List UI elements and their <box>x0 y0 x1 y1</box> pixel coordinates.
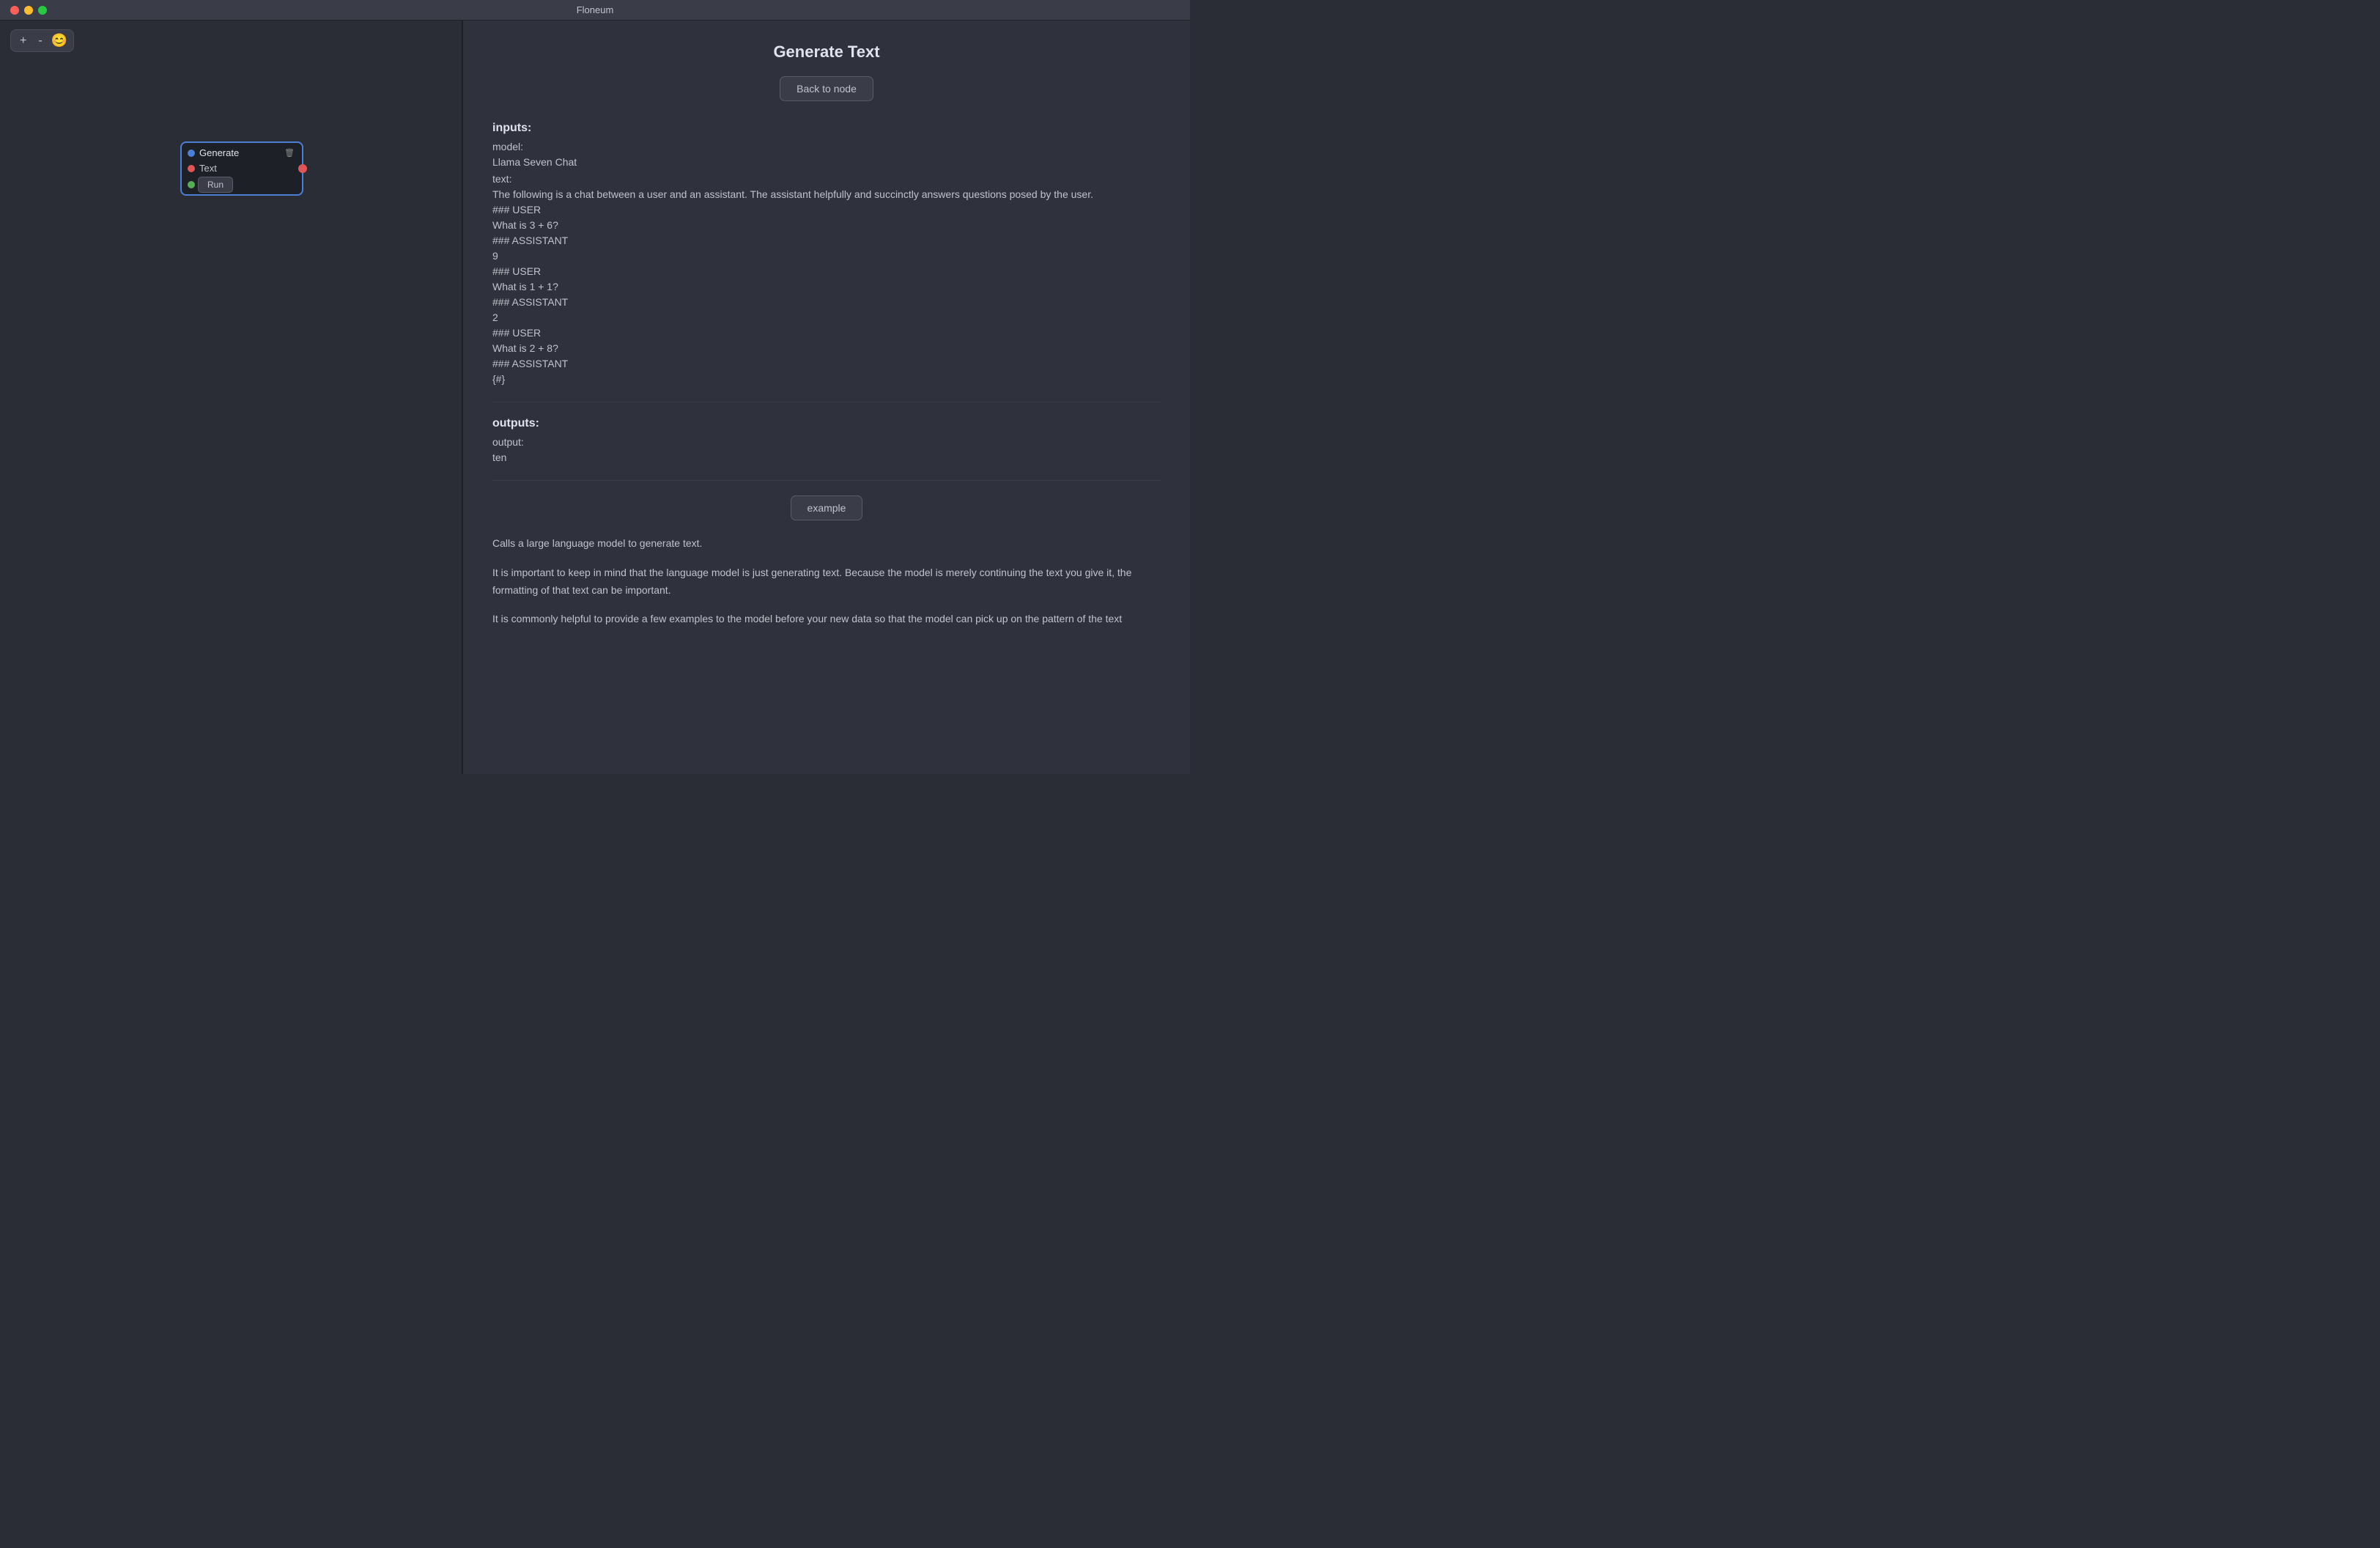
description-2: It is important to keep in mind that the… <box>492 564 1161 600</box>
back-to-node-button[interactable]: Back to node <box>780 76 873 101</box>
emoji-button[interactable]: 😊 <box>51 33 67 48</box>
text-value: The following is a chat between a user a… <box>492 187 1161 387</box>
description-3: It is commonly helpful to provide a few … <box>492 611 1161 628</box>
panel-title: Generate Text <box>492 43 1161 62</box>
node-run-button[interactable]: Run <box>198 177 233 193</box>
node-blue-dot <box>188 150 195 157</box>
inputs-section-label: inputs: <box>492 122 1161 135</box>
example-btn-container: example <box>492 495 1161 520</box>
section-divider-2 <box>492 480 1161 481</box>
canvas-area: + - 😊 Generate 🗑 Text Run <box>0 21 462 774</box>
node-green-dot <box>188 181 195 188</box>
node-title-line2: Text <box>199 163 217 174</box>
minimize-button[interactable] <box>24 6 33 15</box>
maximize-button[interactable] <box>38 6 47 15</box>
output-label: output: <box>492 436 1161 448</box>
node-delete-button[interactable]: 🗑 <box>283 148 296 158</box>
traffic-lights <box>10 6 47 15</box>
description-1: Calls a large language model to generate… <box>492 535 1161 553</box>
model-value: Llama Seven Chat <box>492 155 1161 170</box>
model-label: model: <box>492 141 1161 152</box>
titlebar: Floneum <box>0 0 1190 21</box>
example-button[interactable]: example <box>791 495 863 520</box>
back-btn-container: Back to node <box>492 76 1161 101</box>
node-title-row: Generate <box>188 147 239 158</box>
node-text-row: Text <box>182 161 302 175</box>
close-button[interactable] <box>10 6 19 15</box>
add-node-button[interactable]: + <box>17 34 29 48</box>
node-right-connector[interactable] <box>298 164 307 173</box>
remove-node-button[interactable]: - <box>35 34 45 48</box>
outputs-section-label: outputs: <box>492 417 1161 430</box>
right-panel: Generate Text Back to node inputs: model… <box>463 21 1190 774</box>
node-run-row: Run <box>182 175 302 194</box>
generate-text-node: Generate 🗑 Text Run <box>180 141 303 196</box>
node-red-dot <box>188 165 195 172</box>
app-title: Floneum <box>577 4 614 15</box>
output-value: ten <box>492 450 1161 465</box>
canvas-toolbar: + - 😊 <box>10 29 74 52</box>
node-header: Generate 🗑 <box>182 143 302 161</box>
node-title-line1: Generate <box>199 147 239 158</box>
text-label: text: <box>492 173 1161 185</box>
